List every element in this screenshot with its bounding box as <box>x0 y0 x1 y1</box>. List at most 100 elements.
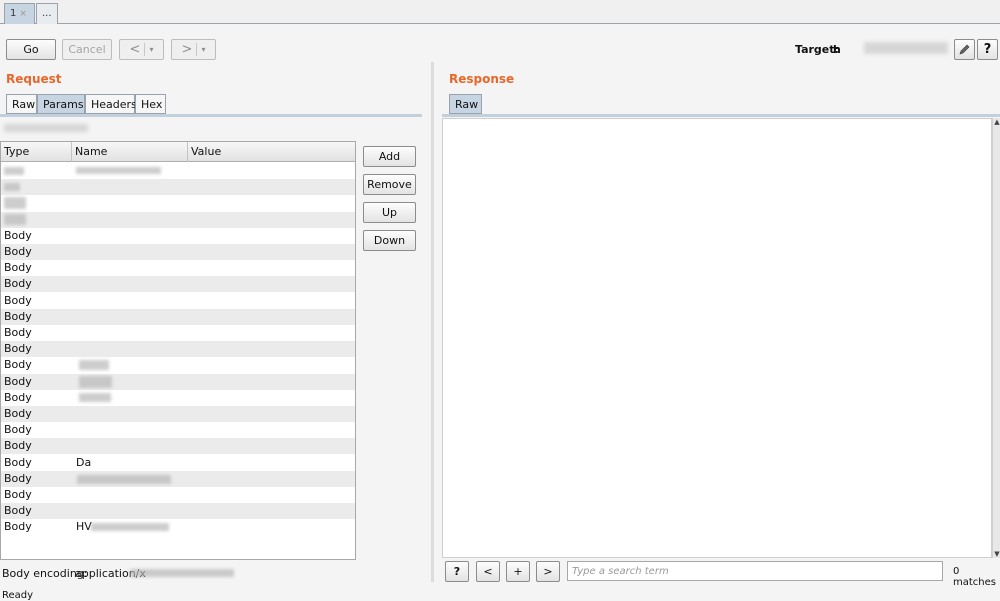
add-search-button[interactable]: + <box>506 561 530 582</box>
tab-headers[interactable]: Headers <box>85 94 137 114</box>
redacted-cell <box>4 214 26 225</box>
row-type: Body <box>4 277 32 290</box>
table-row[interactable]: Body <box>1 309 355 326</box>
match-count: 0 matches <box>953 566 996 588</box>
table-row[interactable]: Body <box>1 260 355 276</box>
tab-more[interactable]: ... <box>36 3 58 24</box>
chevron-down-icon: ▾ <box>149 45 154 54</box>
table-row[interactable]: Body <box>1 325 355 341</box>
table-row[interactable]: Body <box>1 406 355 423</box>
row-type: Body <box>4 358 32 371</box>
add-button[interactable]: Add <box>363 146 416 167</box>
tab-params[interactable]: Params <box>37 94 85 114</box>
tab-more-label: ... <box>42 8 52 19</box>
table-row[interactable] <box>1 179 355 196</box>
go-button[interactable]: Go <box>6 39 56 60</box>
table-row[interactable]: Body <box>1 341 355 358</box>
table-row[interactable] <box>1 163 355 179</box>
tab-response-raw[interactable]: Raw <box>449 94 482 114</box>
row-type: Body <box>4 407 32 420</box>
split-divider[interactable] <box>431 62 434 582</box>
table-row[interactable]: Body <box>1 438 355 455</box>
cancel-button[interactable]: Cancel <box>62 39 112 60</box>
forward-button[interactable]: > ▾ <box>171 39 216 60</box>
response-help-button[interactable]: ? <box>445 561 469 582</box>
next-match-button[interactable]: > <box>536 561 560 582</box>
tab-1[interactable]: 1 × <box>4 3 35 24</box>
column-type[interactable]: Type <box>1 142 72 162</box>
encoding-redacted <box>130 569 234 577</box>
prev-match-button[interactable]: < <box>476 561 500 582</box>
row-type: Body <box>4 375 32 388</box>
pencil-icon <box>959 44 970 55</box>
down-button[interactable]: Down <box>363 230 416 251</box>
request-tab-underline <box>0 114 422 117</box>
redacted-cell <box>79 393 111 402</box>
table-row[interactable]: Body <box>1 276 355 293</box>
table-row[interactable]: Body <box>1 422 355 438</box>
tab-label: 1 <box>10 8 17 19</box>
redacted-cell <box>4 183 20 191</box>
request-url-redacted <box>4 124 88 132</box>
row-type: Body <box>4 504 32 517</box>
params-table[interactable]: Type Name Value Body Body Body Body Body… <box>0 141 356 560</box>
row-type: Body <box>4 261 32 274</box>
row-type: Body <box>4 520 32 533</box>
scroll-up-icon[interactable]: ▲ <box>993 118 1000 126</box>
table-row[interactable]: Body <box>1 293 355 309</box>
table-row[interactable]: Body <box>1 390 355 406</box>
edit-target-button[interactable] <box>954 39 975 60</box>
target-redacted <box>864 42 948 54</box>
row-type: Body <box>4 310 32 323</box>
remove-button[interactable]: Remove <box>363 174 416 195</box>
row-name: Da <box>76 456 92 469</box>
table-row[interactable]: Body <box>1 487 355 503</box>
row-type: Body <box>4 456 32 469</box>
table-row[interactable]: Body <box>1 357 355 373</box>
target-value: h <box>833 43 841 56</box>
up-button[interactable]: Up <box>363 202 416 223</box>
tab-raw[interactable]: Raw <box>6 94 37 114</box>
redacted-cell <box>4 197 26 209</box>
redacted-cell <box>77 475 171 484</box>
row-type: Body <box>4 294 32 307</box>
table-row[interactable]: Body <box>1 244 355 261</box>
row-type: Body <box>4 423 32 436</box>
table-row[interactable]: Body HV <box>1 519 355 535</box>
close-icon[interactable]: × <box>19 9 27 19</box>
table-row[interactable]: Body <box>1 228 355 244</box>
response-scrollbar[interactable]: ▲ ▼ <box>992 118 1000 558</box>
row-type: Body <box>4 245 32 258</box>
table-header: Type Name Value <box>1 142 355 162</box>
tab-hex[interactable]: Hex <box>135 94 166 114</box>
column-value[interactable]: Value <box>188 142 355 162</box>
table-row[interactable]: Body Da <box>1 455 355 471</box>
response-tab-underline <box>442 114 1000 117</box>
redacted-cell <box>79 376 112 388</box>
row-type: Body <box>4 439 32 452</box>
row-type: Body <box>4 472 32 485</box>
back-button[interactable]: < ▾ <box>119 39 164 60</box>
redacted-cell <box>79 360 109 370</box>
redacted-cell <box>76 167 161 174</box>
redacted-cell <box>4 167 24 175</box>
tab-strip <box>0 0 1000 24</box>
scroll-down-icon[interactable]: ▼ <box>993 550 1000 558</box>
table-row[interactable] <box>1 212 355 229</box>
table-row[interactable]: Body <box>1 503 355 520</box>
forward-arrow-icon: > <box>181 42 193 57</box>
search-input[interactable]: Type a search term <box>567 561 943 581</box>
response-body[interactable] <box>442 118 992 558</box>
row-name: HV <box>76 520 92 533</box>
column-name[interactable]: Name <box>72 142 188 162</box>
help-button[interactable]: ? <box>977 39 998 60</box>
chevron-down-icon: ▾ <box>201 45 206 54</box>
back-arrow-icon: < <box>129 42 141 57</box>
redacted-cell <box>91 523 169 531</box>
table-row[interactable]: Body <box>1 471 355 488</box>
response-title: Response <box>449 72 515 86</box>
table-row[interactable] <box>1 195 355 211</box>
row-type: Body <box>4 488 32 501</box>
table-row[interactable]: Body <box>1 374 355 391</box>
row-type: Body <box>4 342 32 355</box>
